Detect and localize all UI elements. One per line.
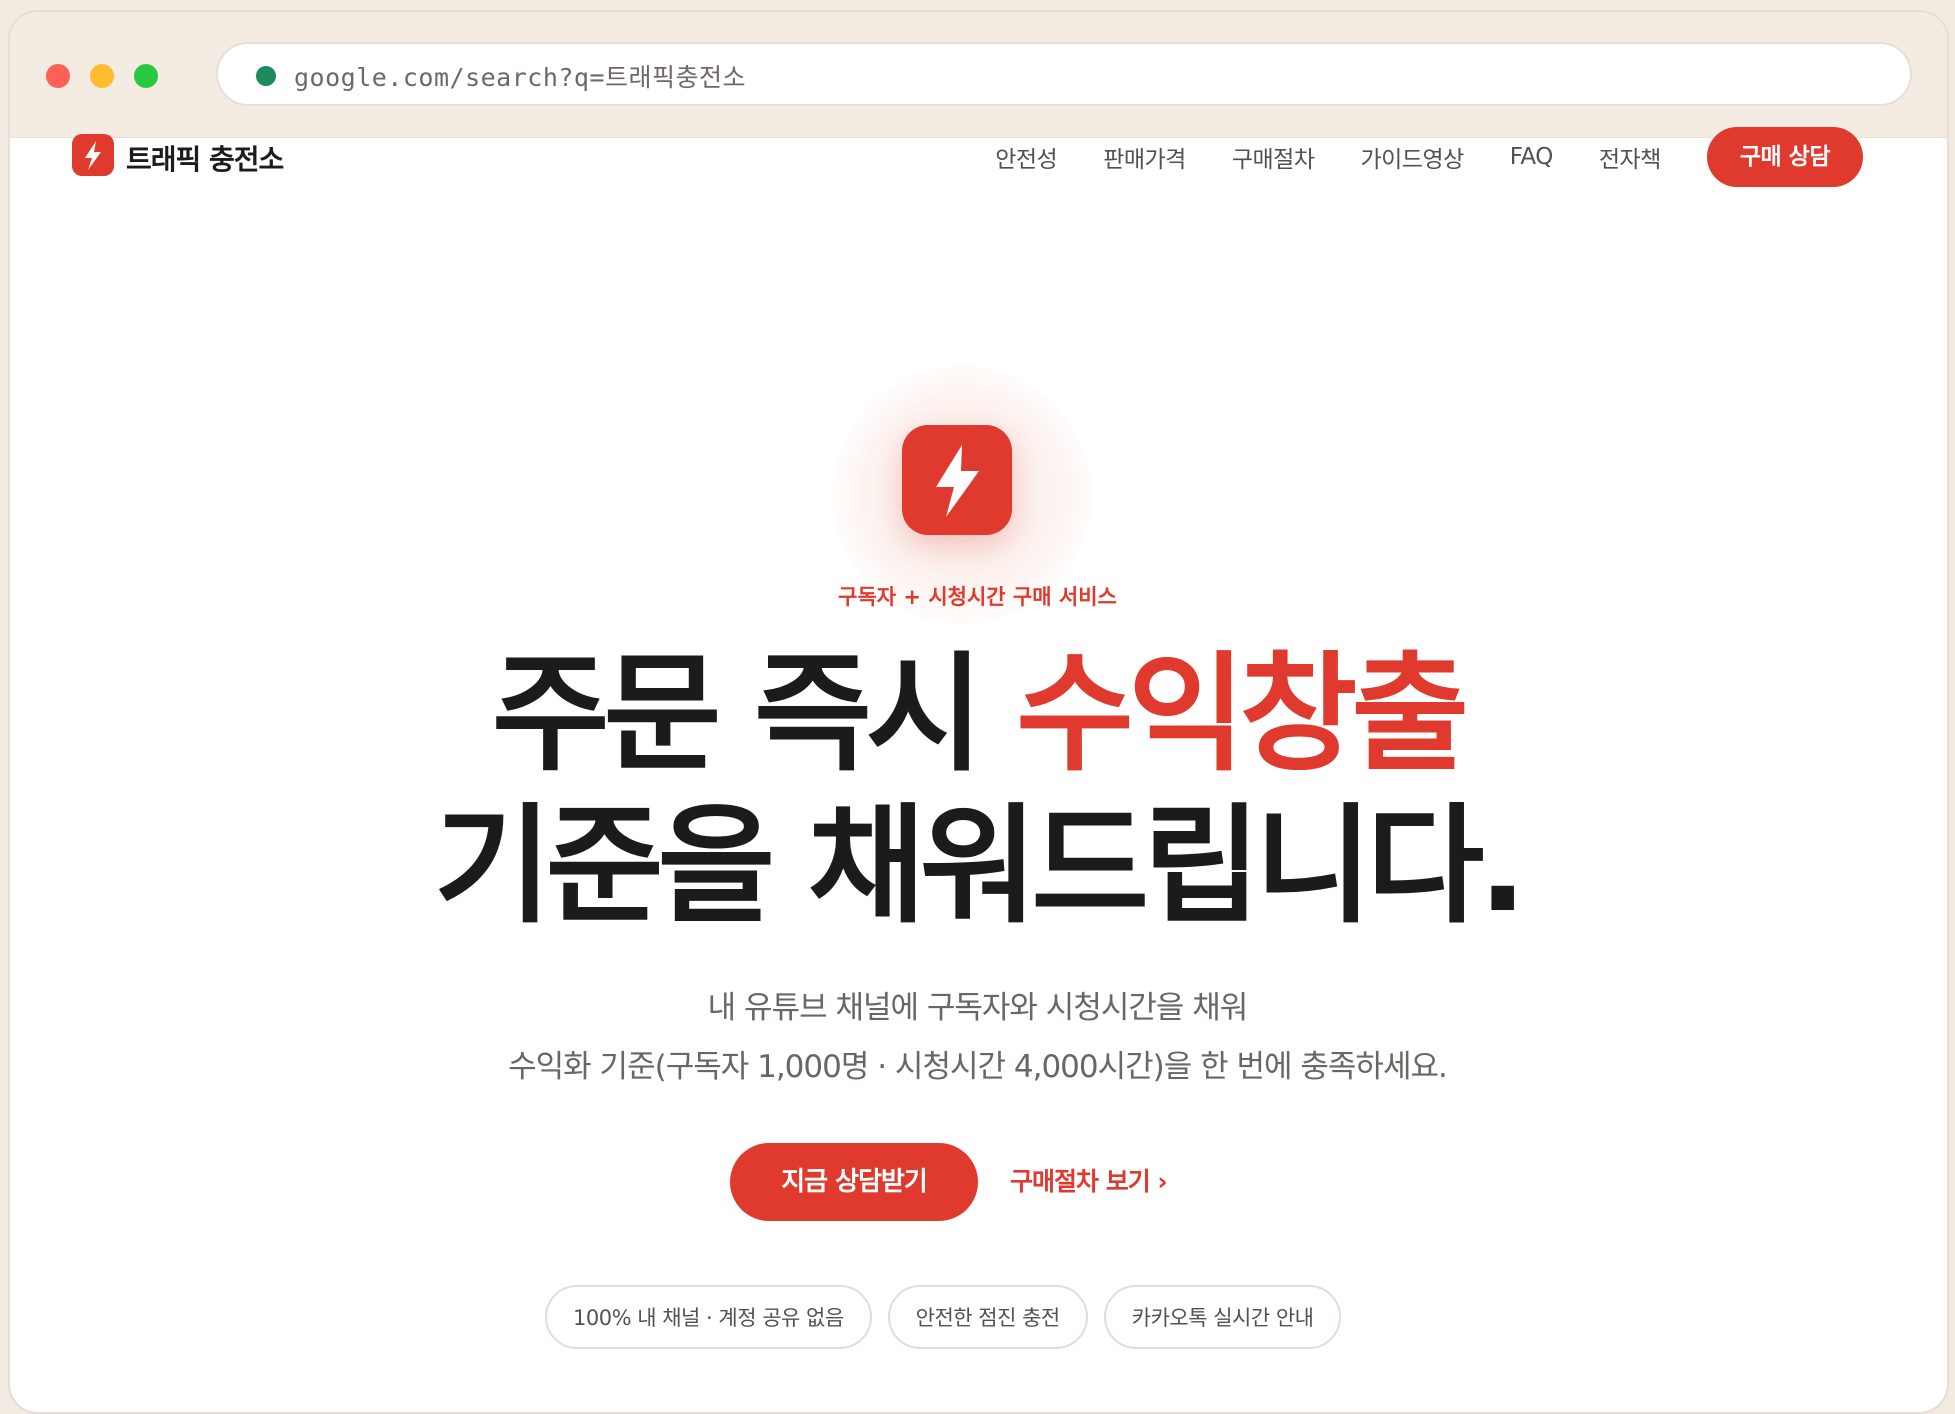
nav-item-pricing[interactable]: 판매가격 [1103,140,1186,174]
hero-headline-line1: 주문 즉시 수익창출 [0,640,1955,790]
lightning-bolt-icon [902,425,1012,535]
address-bar[interactable]: google.com/search?q=트래픽충전소 [216,42,1912,106]
secure-dot-icon [256,66,276,86]
nav-item-faq[interactable]: FAQ [1510,144,1554,170]
consult-now-button[interactable]: 지금 상담받기 [730,1143,978,1221]
hero-eyebrow: 구독자 + 시청시간 구매 서비스 [838,585,1117,609]
nav-item-ebook[interactable]: 전자책 [1599,140,1661,174]
hero-headline-line2: 기준을 채워드립니다. [433,792,1527,941]
purchase-consult-button[interactable]: 구매 상담 [1706,127,1863,187]
nav-item-purchase-process[interactable]: 구매절차 [1232,140,1315,174]
maximize-window-button[interactable] [134,64,158,88]
view-purchase-process-link[interactable]: 구매절차 보기 › [1010,1162,1168,1198]
main-nav: 안전성 판매가격 구매절차 가이드영상 FAQ 전자책 구매 상담 [995,127,1863,187]
address-bar-url: google.com/search?q=트래픽충전소 [294,63,747,92]
chip-own-channel: 100% 내 채널 · 계정 공유 없음 [545,1285,872,1349]
nav-item-guide-video[interactable]: 가이드영상 [1360,140,1464,174]
hero-subtext-line2: 수익화 기준(구독자 1,000명 · 시청시간 4,000시간)을 한 번에 … [508,1049,1448,1085]
chip-kakao-support: 카카오톡 실시간 안내 [1103,1285,1342,1349]
hero-subtext-line1: 내 유튜브 채널에 구독자와 시청시간을 채워 [707,990,1249,1026]
close-window-button[interactable] [46,64,70,88]
nav-item-safety[interactable]: 안전성 [995,140,1057,174]
brand-logo-icon[interactable] [72,134,114,176]
minimize-window-button[interactable] [90,64,114,88]
brand-name[interactable]: 트래픽 충전소 [126,138,284,178]
browser-toolbar: google.com/search?q=트래픽충전소 [10,12,1947,138]
feature-chips: 100% 내 채널 · 계정 공유 없음 안전한 점진 충전 카카오톡 실시간 … [545,1285,1342,1349]
hero-headline-accent: 수익창출 [1016,640,1469,789]
hero-headline-part: 주문 즉시 [491,640,1017,789]
chip-safe-gradual: 안전한 점진 충전 [887,1285,1088,1349]
